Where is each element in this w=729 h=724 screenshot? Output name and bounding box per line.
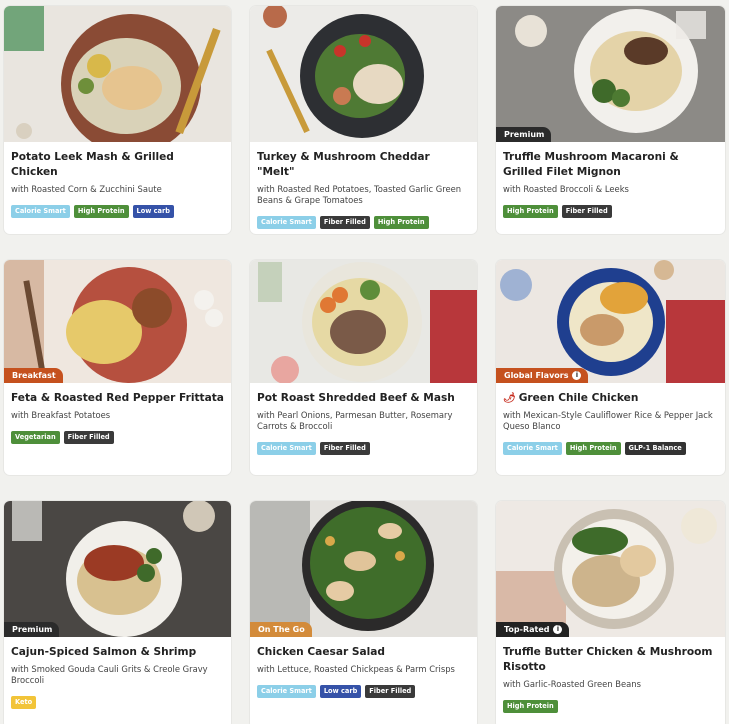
tag-fiber-filled: Fiber Filled: [319, 442, 370, 455]
ribbon-global-flavors: Global Flavors i: [496, 368, 589, 383]
meal-subtitle: with Mexican-Style Cauliflower Rice & Pe…: [503, 410, 713, 431]
tag-calorie-smart: Calorie Smart: [11, 205, 70, 218]
meal-tags: Vegetarian Fiber Filled: [11, 431, 224, 444]
tag-calorie-smart: Calorie Smart: [257, 442, 316, 455]
meal-title: Potato Leek Mash & Grilled Chicken: [11, 151, 174, 178]
tag-high-protein: High Protein: [373, 216, 429, 229]
tag-glp1-balance: GLP-1 Balance: [624, 442, 686, 455]
meal-title: Cajun-Spiced Salmon & Shrimp: [11, 646, 197, 658]
meal-card[interactable]: Potato Leek Mash & Grilled Chicken with …: [4, 6, 231, 234]
ribbon-premium: Premium: [4, 622, 60, 637]
meal-card[interactable]: Top-Rated i Truffle Butter Chicken & Mush…: [496, 501, 725, 724]
meal-subtitle: with Smoked Gouda Cauli Grits & Creole G…: [11, 664, 208, 685]
meal-tags: High Protein Fiber Filled: [503, 205, 718, 218]
meal-title: Feta & Roasted Red Pepper Frittata: [11, 392, 224, 404]
tag-calorie-smart: Calorie Smart: [503, 442, 562, 455]
meal-card[interactable]: Premium Truffle Mushroom Macaroni & Gril…: [496, 6, 725, 234]
meal-photo: Top-Rated i: [496, 501, 725, 637]
meal-tags: Calorie Smart High Protein GLP-1 Balance: [503, 442, 718, 455]
meal-subtitle: with Roasted Red Potatoes, Toasted Garli…: [257, 184, 462, 205]
tag-high-protein: High Protein: [73, 205, 129, 218]
tag-high-protein: High Protein: [503, 700, 558, 713]
meal-title: Chicken Caesar Salad: [257, 646, 386, 658]
ribbon-breakfast: Breakfast: [4, 368, 63, 383]
meal-card[interactable]: On The Go Chicken Caesar Salad with Lett…: [250, 501, 477, 724]
tag-low-carb: Low carb: [319, 685, 362, 698]
tag-fiber-filled: Fiber Filled: [319, 216, 370, 229]
meal-tags: Calorie Smart Fiber Filled: [257, 442, 470, 455]
info-icon[interactable]: i: [553, 625, 563, 634]
meal-tags: Keto: [11, 696, 224, 709]
meal-photo: On The Go: [250, 501, 477, 637]
meal-photo: [250, 260, 477, 383]
meal-grid: Potato Leek Mash & Grilled Chicken with …: [4, 6, 725, 724]
meal-subtitle: with Roasted Broccoli & Leeks: [503, 184, 629, 194]
tag-calorie-smart: Calorie Smart: [257, 216, 316, 229]
meal-title: Turkey & Mushroom Cheddar "Melt": [257, 151, 430, 178]
tag-fiber-filled: Fiber Filled: [561, 205, 612, 218]
meal-subtitle: with Roasted Corn & Zucchini Saute: [11, 184, 162, 194]
ribbon-premium: Premium: [496, 127, 552, 142]
meal-title: 🌶 Green Chile Chicken: [503, 392, 639, 404]
chili-pepper-icon: 🌶: [503, 393, 516, 404]
meal-card[interactable]: Global Flavors i 🌶 Green Chile Chicken wit…: [496, 260, 725, 475]
meal-photo: Premium: [4, 501, 231, 637]
meal-photo: Global Flavors i: [496, 260, 725, 383]
meal-subtitle: with Pearl Onions, Parmesan Butter, Rose…: [257, 410, 453, 431]
ribbon-top-rated: Top-Rated i: [496, 622, 570, 637]
meal-photo: Premium: [496, 6, 725, 142]
tag-calorie-smart: Calorie Smart: [257, 685, 316, 698]
tag-keto: Keto: [11, 696, 37, 709]
meal-subtitle: with Garlic-Roasted Green Beans: [503, 679, 641, 689]
meal-title: Pot Roast Shredded Beef & Mash: [257, 392, 455, 404]
meal-title: Truffle Butter Chicken & Mushroom Risott…: [503, 646, 713, 673]
meal-subtitle: with Lettuce, Roasted Chickpeas & Parm C…: [257, 664, 455, 674]
tag-fiber-filled: Fiber Filled: [63, 431, 114, 444]
tag-high-protein: High Protein: [503, 205, 558, 218]
meal-tags: Calorie Smart Low carb Fiber Filled: [257, 685, 470, 698]
meal-photo: [250, 6, 477, 142]
tag-high-protein: High Protein: [565, 442, 621, 455]
info-icon[interactable]: i: [572, 371, 582, 380]
meal-tags: High Protein: [503, 700, 718, 713]
tag-fiber-filled: Fiber Filled: [365, 685, 416, 698]
meal-subtitle: with Breakfast Potatoes: [11, 410, 111, 420]
meal-tags: Calorie Smart High Protein Low carb: [11, 205, 224, 218]
meal-title: Truffle Mushroom Macaroni & Grilled File…: [503, 151, 679, 178]
meal-card[interactable]: Pot Roast Shredded Beef & Mash with Pear…: [250, 260, 477, 475]
meal-card[interactable]: Turkey & Mushroom Cheddar "Melt" with Ro…: [250, 6, 477, 234]
meal-card[interactable]: Premium Cajun-Spiced Salmon & Shrimp wit…: [4, 501, 231, 724]
tag-low-carb: Low carb: [132, 205, 174, 218]
meal-photo: Breakfast: [4, 260, 231, 383]
ribbon-on-the-go: On The Go: [250, 622, 312, 637]
meal-tags: Calorie Smart Fiber Filled High Protein: [257, 216, 470, 229]
meal-card[interactable]: Breakfast Feta & Roasted Red Pepper Frit…: [4, 260, 231, 475]
meal-photo: [4, 6, 231, 142]
tag-vegetarian: Vegetarian: [11, 431, 60, 444]
